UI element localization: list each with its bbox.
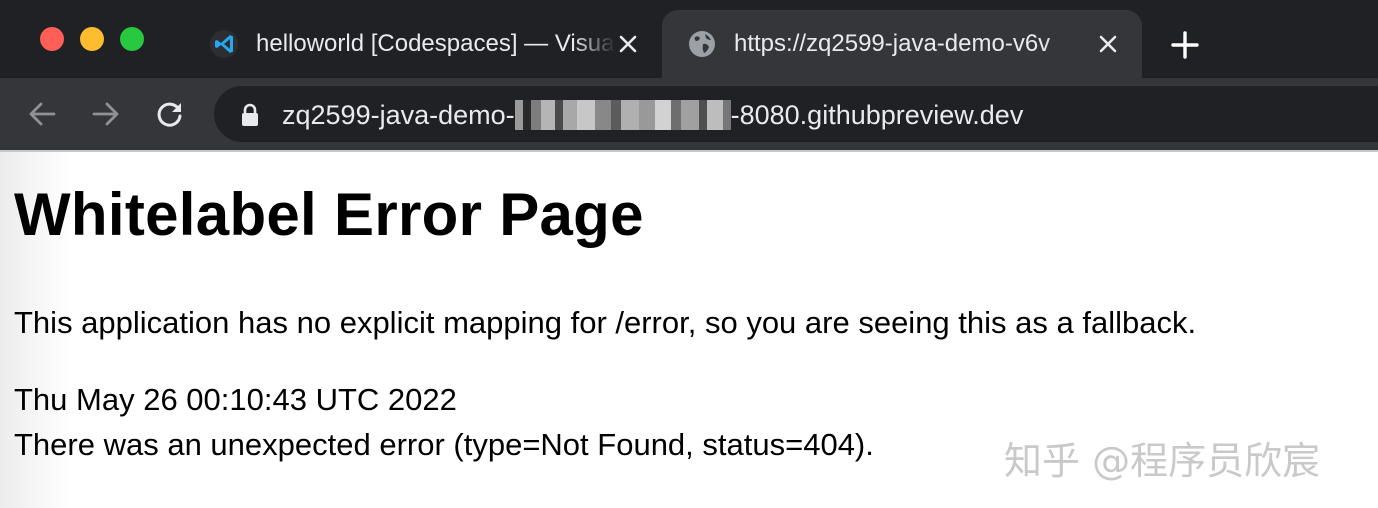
error-description: This application has no explicit mapping…: [14, 305, 1197, 340]
lock-icon[interactable]: [238, 102, 262, 128]
close-window-button[interactable]: [40, 27, 64, 51]
tab-vscode[interactable]: helloworld [Codespaces] — Visual Studio …: [200, 10, 658, 78]
forward-button[interactable]: [86, 94, 126, 134]
url-suffix: -8080.githubpreview.dev: [730, 100, 1024, 130]
minimize-window-button[interactable]: [80, 27, 104, 51]
tab-strip: helloworld [Codespaces] — Visual Studio …: [0, 0, 1378, 78]
url-text[interactable]: zq2599-java-demo- -8080.githubpreview.dev: [282, 98, 1023, 132]
address-bar[interactable]: zq2599-java-demo- -8080.githubpreview.dev: [214, 86, 1378, 142]
tab-active-preview[interactable]: https://zq2599-java-demo-v6v: [662, 10, 1142, 78]
browser-toolbar: zq2599-java-demo- -8080.githubpreview.dev: [0, 78, 1378, 150]
tab-title: helloworld [Codespaces] — Visual Studio …: [256, 30, 616, 57]
reload-button[interactable]: [150, 94, 190, 134]
back-button[interactable]: [22, 94, 62, 134]
watermark: 知乎 @程序员欣宸: [1004, 439, 1321, 483]
globe-icon: [686, 28, 718, 60]
redacted-url-segment: [514, 99, 731, 130]
reload-icon: [157, 102, 182, 127]
new-tab-button[interactable]: [1168, 28, 1202, 62]
page-title: Whitelabel Error Page: [14, 181, 644, 248]
tab-title: https://zq2599-java-demo-v6v: [734, 30, 1051, 57]
plus-icon: [1171, 31, 1199, 59]
arrow-right-icon: [92, 102, 119, 126]
maximize-window-button[interactable]: [120, 27, 144, 51]
error-status: There was an unexpected error (type=Not …: [14, 427, 874, 462]
page-content: Whitelabel Error Page This application h…: [0, 152, 1378, 508]
close-icon[interactable]: [614, 30, 642, 58]
arrow-left-icon: [29, 102, 56, 126]
url-prefix: zq2599-java-demo-: [282, 100, 515, 130]
vscode-icon: [208, 28, 240, 60]
error-timestamp: Thu May 26 00:10:43 UTC 2022: [14, 382, 457, 417]
close-icon[interactable]: [1094, 30, 1122, 58]
